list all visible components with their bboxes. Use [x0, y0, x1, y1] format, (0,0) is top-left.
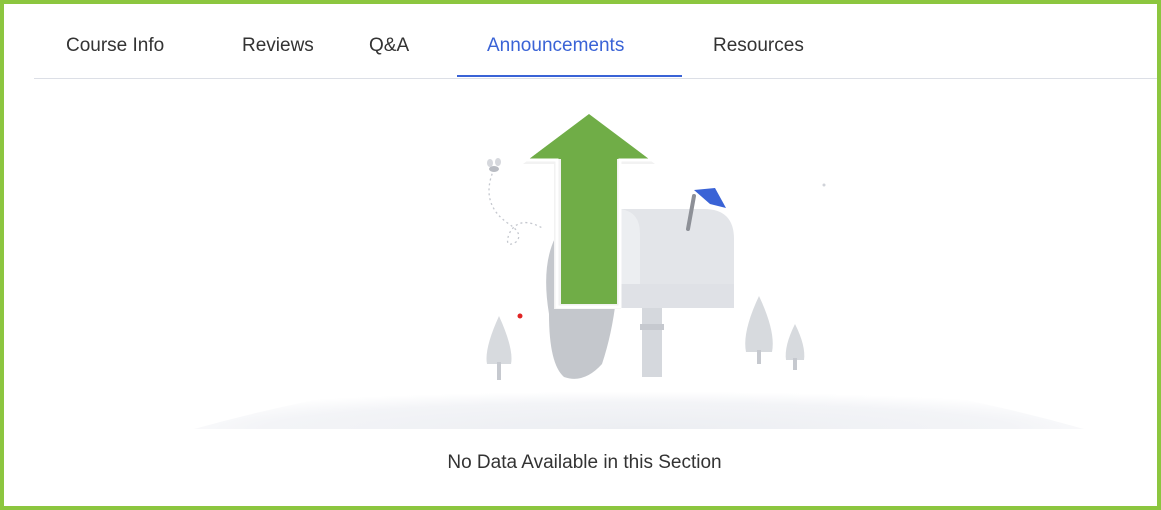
course-tabs: Course Info Reviews Q&A Announcements Re… [34, 4, 1157, 79]
tab-reviews[interactable]: Reviews [242, 4, 314, 78]
red-dot [517, 313, 523, 319]
mailbox-illustration [194, 109, 1084, 429]
screenshot-frame: Course Info Reviews Q&A Announcements Re… [0, 0, 1161, 510]
speck [822, 183, 826, 187]
tab-course-info[interactable]: Course Info [66, 4, 164, 78]
tab-qa[interactable]: Q&A [369, 4, 409, 78]
ground-mound [194, 366, 1084, 429]
tree-left-icon [486, 316, 512, 380]
bee-icon [487, 158, 501, 172]
active-tab-indicator [457, 75, 682, 77]
empty-state-message: No Data Available in this Section [447, 452, 722, 473]
tree-small-right-icon [785, 324, 805, 370]
tab-announcements[interactable]: Announcements [487, 4, 624, 78]
bee-path [488, 168, 545, 245]
flag-icon [694, 188, 726, 208]
tab-resources[interactable]: Resources [713, 4, 804, 78]
mailbox-post [642, 302, 662, 377]
tree-right-icon [745, 296, 773, 364]
